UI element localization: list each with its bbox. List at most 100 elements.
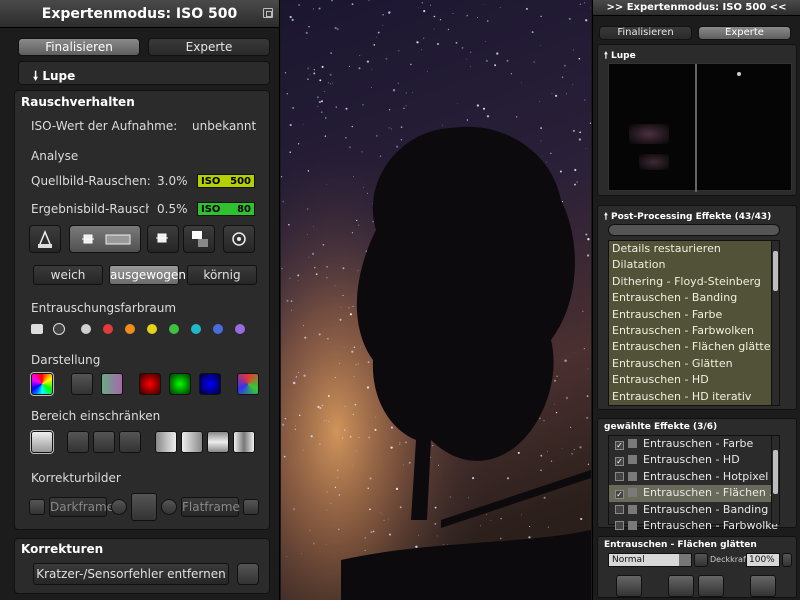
range-left-button[interactable] [155,431,177,453]
star [376,36,377,38]
farbraum-color-dot[interactable] [125,324,135,334]
star [307,78,309,80]
post-processing-item[interactable]: Entrauschen - HD iterativ [609,389,779,405]
post-processing-item[interactable]: Entrauschen - Banding [609,290,779,306]
effect-checkbox[interactable]: ✓ [615,441,624,450]
flatframe-refresh-icon[interactable] [161,499,177,515]
deckkraft-input[interactable]: 100% [746,553,780,567]
post-processing-item[interactable]: Details restaurieren [609,241,779,257]
star [408,461,411,464]
flatframe-field[interactable]: Flatframe [181,497,240,517]
view-red-button[interactable] [139,373,161,395]
flatframe-remove-icon[interactable] [243,499,259,515]
farbraum-color-dot[interactable] [213,324,223,334]
view-green-button[interactable] [169,373,191,395]
range-right-button[interactable] [181,431,203,453]
tool-hand-pick-button[interactable] [69,225,141,253]
view-channels-button[interactable] [237,373,259,395]
effect-checkbox[interactable]: ✓ [615,490,624,500]
farbraum-color-dot[interactable] [147,324,157,334]
tool-target-button[interactable] [223,225,255,253]
kratzer-entfernen-button[interactable]: Kratzer-/Sensorfehler entfernen [33,563,229,585]
farbraum-color-dot[interactable] [81,324,91,334]
post-processing-scrollbar[interactable] [771,241,779,405]
chosen-effect-item[interactable]: ✓ Entrauschen - HD [609,452,779,468]
star [379,512,381,514]
grain-ausgewogen-button[interactable]: ausgewogen [109,265,186,285]
star [303,374,306,377]
farbraum-color-dot[interactable] [235,324,245,334]
chosen-effect-item[interactable]: ✓ Entrauschen - Flächen ... [609,485,779,502]
lupe-split-line[interactable] [695,64,697,192]
right-tab-finalisieren[interactable]: Finalisieren [599,26,692,40]
range-edges-button[interactable] [233,431,255,453]
darkframe-remove-icon[interactable] [29,499,45,515]
post-processing-item[interactable]: Entrauschen - Flächen glätten [609,339,779,355]
range-circle-button[interactable] [93,431,115,453]
grain-koernig-button[interactable]: körnig [187,265,257,285]
tab-finalisieren[interactable]: Finalisieren [18,38,140,56]
lupe-preview[interactable] [608,63,792,192]
view-luminance-button[interactable] [71,373,93,395]
chosen-effect-item[interactable]: Entrauschen - Banding [609,502,779,518]
farbraum-color-dot[interactable] [169,324,179,334]
effect-checkbox[interactable] [615,471,624,481]
tool-hand-button[interactable] [147,225,179,253]
star [294,425,297,427]
view-color-button[interactable] [30,372,54,396]
chosen-effect-item[interactable]: Entrauschen - Hotpixel [609,469,779,485]
quellbild-label: Quellbild-Rauschen: [31,174,151,188]
blend-mode-select[interactable]: Normal [608,553,692,567]
effect-add-button[interactable] [698,575,724,597]
chosen-effect-item[interactable]: ✓ Entrauschen - Farbe [609,436,779,452]
edit-icon[interactable] [694,553,708,567]
window-restore-icon[interactable] [263,8,273,18]
effect-edit-button[interactable] [668,575,694,597]
darkframe-field[interactable]: Darkframe [49,497,114,517]
star [352,305,354,307]
post-processing-item[interactable]: Entrauschen - Farbe [609,307,779,323]
post-processing-item[interactable]: Entrauschen - Glätten [609,356,779,372]
effect-delete-button[interactable] [750,575,776,597]
star [583,348,585,350]
lupe-toggle[interactable]: 🠗 Lupe [18,61,270,85]
darkframe-refresh-icon[interactable] [111,499,127,515]
star [423,37,425,39]
right-tab-experte[interactable]: Experte [698,26,791,40]
post-processing-item[interactable]: Dithering - Floyd-Steinberg [609,274,779,290]
camera-icon[interactable] [31,324,43,334]
view-chroma-button[interactable] [101,373,123,395]
effect-checkbox[interactable]: ✓ [615,457,624,467]
effect-checkbox[interactable] [615,504,624,514]
star [571,452,574,455]
tool-compare-button[interactable] [183,225,215,253]
star [452,12,454,15]
view-blue-button[interactable] [199,373,221,395]
post-processing-search[interactable] [608,224,780,236]
range-middle-button[interactable] [207,431,229,453]
post-processing-item[interactable]: Entrauschen - HD [609,372,779,388]
grain-weich-button[interactable]: weich [33,265,103,285]
effect-info-button[interactable] [616,575,642,597]
all-channels-icon[interactable] [53,323,65,335]
tool-measure-button[interactable] [29,225,61,253]
range-full-button[interactable] [30,430,54,454]
farbraum-color-dot[interactable] [103,324,113,334]
effect-checkbox[interactable] [615,520,624,530]
farbraum-color-dot[interactable] [191,324,201,334]
range-square-button[interactable] [119,431,141,453]
star [309,74,311,76]
iso-value: unbekannt [192,119,257,133]
kratzer-settings-icon[interactable] [237,563,259,585]
post-processing-item[interactable]: Dilatation [609,257,779,273]
photo-preview[interactable] [281,0,591,600]
chosen-effects-scrollbar[interactable] [771,436,779,524]
chosen-effect-item[interactable]: Entrauschen - Farbwolken [609,518,779,534]
star [506,477,510,480]
post-processing-item[interactable]: Entrauschen - Farbwolken [609,323,779,339]
deckkraft-stepper[interactable] [782,553,792,567]
tab-experte[interactable]: Experte [148,38,270,56]
frame-stack-icon[interactable] [131,493,157,521]
star [568,17,571,20]
range-diamond-button[interactable] [67,431,89,453]
